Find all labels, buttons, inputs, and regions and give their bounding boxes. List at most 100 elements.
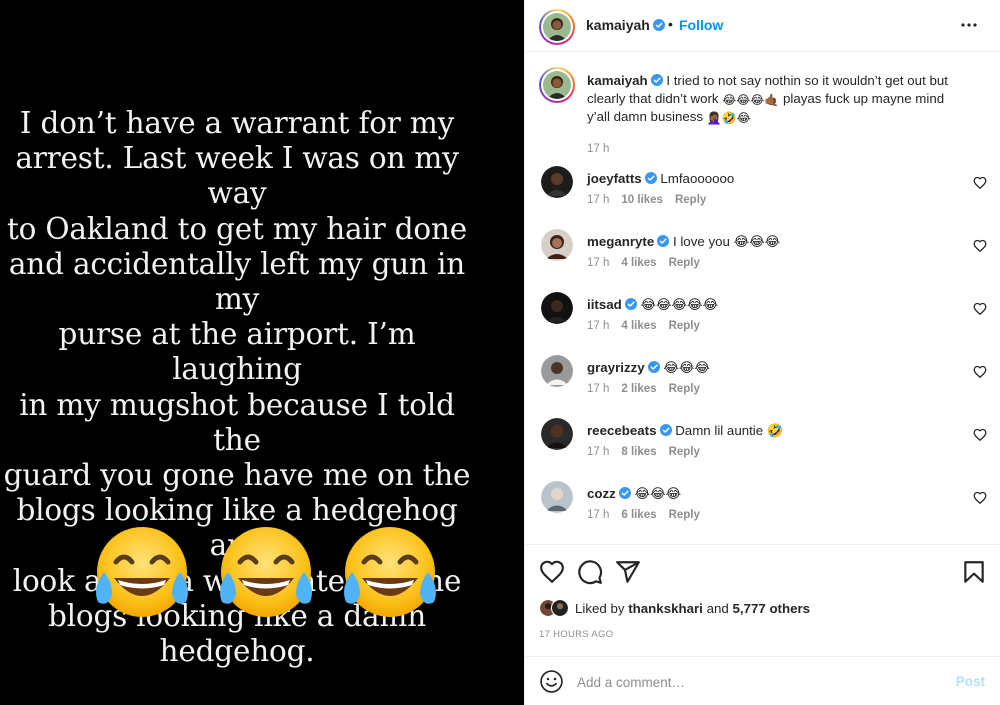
emoji-icon[interactable] — [539, 669, 564, 694]
heart-icon[interactable] — [973, 239, 987, 253]
post-actions: Liked by thankskhari and 5,777 others 17… — [525, 544, 1000, 656]
comment-text: meganryte I love you 😂😂😂 — [587, 234, 780, 250]
liked-by: Liked by thankskhari and 5,777 others — [539, 599, 810, 617]
comment-meta: 17 h 4 likes Reply — [587, 320, 712, 332]
comment-time[interactable]: 17 h — [587, 446, 609, 458]
comment-time[interactable]: 17 h — [587, 320, 609, 332]
header-username[interactable]: kamaiyah — [586, 17, 665, 33]
comment-body: 😂😂😂 — [634, 486, 682, 501]
verified-badge-icon — [647, 361, 660, 373]
comment-meta: 17 h 10 likes Reply — [587, 194, 718, 206]
reply-button[interactable]: Reply — [669, 320, 700, 332]
heart-icon[interactable] — [973, 428, 987, 442]
image-text-line: to Oakland to get my hair done — [6, 211, 468, 246]
comment-username[interactable]: iitsad — [587, 297, 622, 312]
caption-username[interactable]: kamaiyah — [587, 73, 648, 88]
verified-badge-icon — [644, 172, 657, 184]
avatar[interactable] — [541, 418, 573, 450]
username-link[interactable]: kamaiyah — [586, 17, 650, 33]
comment-row: cozz 😂😂😂 17 h 6 likes Reply — [539, 481, 989, 541]
heart-icon[interactable] — [973, 302, 987, 316]
bookmark-icon[interactable] — [961, 559, 987, 585]
post-timestamp[interactable]: 17 HOURS AGO — [539, 629, 613, 640]
comment-likes[interactable]: 10 likes — [621, 194, 663, 206]
verified-badge-icon — [657, 235, 670, 247]
avatar[interactable] — [541, 355, 573, 387]
image-text-line: guard you gone have me on the — [3, 458, 471, 493]
comment-time[interactable]: 17 h — [587, 194, 609, 206]
comment-row: meganryte I love you 😂😂😂 17 h 4 likes Repl… — [539, 229, 989, 289]
reply-button[interactable]: Reply — [669, 257, 700, 269]
reply-button[interactable]: Reply — [675, 194, 706, 206]
verified-badge-icon — [624, 298, 637, 310]
image-emoji-row — [86, 522, 446, 622]
comment-likes[interactable]: 4 likes — [621, 257, 656, 269]
caption-line: playas fuck up mayne mind — [782, 91, 945, 106]
share-icon[interactable] — [615, 559, 641, 585]
verified-badge-icon — [659, 424, 672, 436]
comment-text: reecebeats Damn lil auntie 🤣 — [587, 423, 783, 439]
reply-button[interactable]: Reply — [669, 446, 700, 458]
comment-input[interactable] — [577, 669, 937, 695]
avatar[interactable] — [541, 166, 573, 198]
comment-text: joeyfatts Lmfaoooooo — [587, 171, 734, 186]
likes-summary: Liked by thankskhari and 5,777 others — [575, 601, 810, 616]
comment-time[interactable]: 17 h — [587, 509, 609, 521]
caption-text: kamaiyah I tried to not say nothin so it… — [587, 72, 982, 126]
comments-list[interactable]: kamaiyah I tried to not say nothin so it… — [525, 53, 1000, 544]
avatar[interactable] — [541, 481, 573, 513]
caption-line: I tried to not say nothin so it wouldn’t… — [666, 73, 948, 88]
image-text-line: and accidentally left my gun in my — [8, 246, 466, 317]
more-options-icon[interactable] — [957, 13, 981, 37]
caption-line: clearly that didn’t work — [587, 91, 719, 106]
caption-time[interactable]: 17 h — [587, 143, 609, 155]
reply-button[interactable]: Reply — [669, 383, 700, 395]
avatar[interactable] — [541, 229, 573, 261]
heart-icon[interactable] — [973, 365, 987, 379]
comment-body: Damn lil auntie 🤣 — [675, 423, 784, 438]
comment-likes[interactable]: 8 likes — [621, 446, 656, 458]
image-text-line: in my mugshot because I told the — [19, 387, 455, 457]
comment-row: grayrizzy 😂😂😂 17 h 2 likes Reply — [539, 355, 989, 415]
comment-meta: 17 h 4 likes Reply — [587, 257, 712, 269]
face-with-tears-of-joy-icon — [344, 527, 436, 617]
comment-username[interactable]: grayrizzy — [587, 360, 645, 375]
header-separator: • — [668, 16, 673, 32]
comment-icon[interactable] — [577, 559, 603, 585]
comment-username[interactable]: cozz — [587, 486, 616, 501]
post-button[interactable]: Post — [956, 674, 985, 689]
header-avatar[interactable] — [539, 9, 575, 45]
image-text-line: arrest. Last week I was on my way — [15, 141, 459, 211]
avatar[interactable] — [541, 292, 573, 324]
image-text-line: hedgehog. — [159, 634, 315, 669]
comment-text: grayrizzy 😂😂😂 — [587, 360, 710, 376]
add-comment-bar: Post — [525, 656, 1000, 705]
comment-meta: 17 h 2 likes Reply — [587, 383, 712, 395]
reply-button[interactable]: Reply — [669, 509, 700, 521]
caption-emojis: 😂😂😂🤙🏾 — [722, 93, 780, 107]
comment-username[interactable]: joeyfatts — [587, 171, 642, 186]
comment-body: 😂😂😂 — [663, 360, 710, 375]
verified-badge-icon — [650, 74, 663, 86]
heart-icon[interactable] — [973, 491, 987, 505]
post-image[interactable]: I don’t have a warrant for my arrest. La… — [0, 0, 524, 705]
comment-likes[interactable]: 2 likes — [621, 383, 656, 395]
heart-icon[interactable] — [973, 176, 987, 190]
comment-likes[interactable]: 4 likes — [621, 320, 656, 332]
caption-emojis: 🤦🏾‍♀️🤣😂 — [706, 111, 751, 125]
liked-by-user[interactable]: thankskhari — [628, 601, 703, 616]
heart-icon[interactable] — [539, 559, 565, 585]
comment-time[interactable]: 17 h — [587, 383, 609, 395]
comment-row: reecebeats Damn lil auntie 🤣 17 h 8 likes… — [539, 418, 989, 478]
comment-username[interactable]: meganryte — [587, 234, 654, 249]
comment-body: Lmfaoooooo — [660, 171, 735, 186]
comment-likes[interactable]: 6 likes — [621, 509, 656, 521]
follow-button[interactable]: Follow — [679, 17, 723, 33]
comment-text: iitsad 😂😂😂😂😂 — [587, 297, 718, 313]
caption-avatar[interactable] — [539, 67, 575, 103]
image-text-line: purse at the airport. I’m laughing — [58, 317, 416, 387]
comment-time[interactable]: 17 h — [587, 257, 609, 269]
comment-username[interactable]: reecebeats — [587, 423, 657, 438]
likes-others[interactable]: 5,777 others — [732, 601, 810, 616]
avatar[interactable] — [551, 599, 569, 617]
